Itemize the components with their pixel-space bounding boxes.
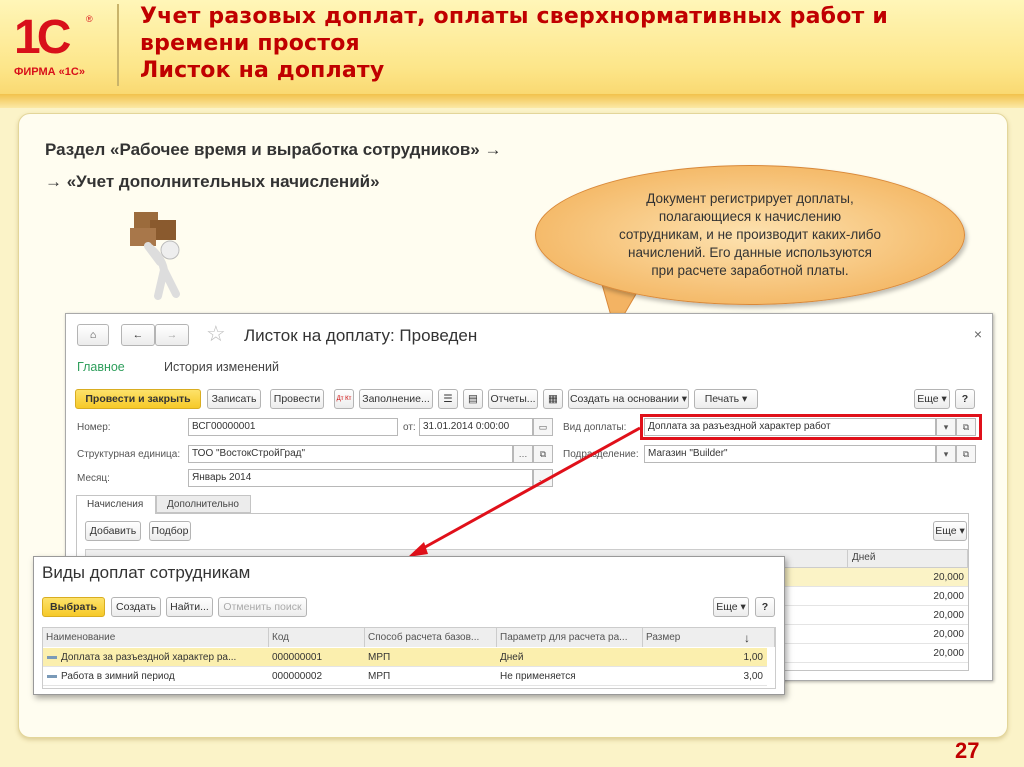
post-button[interactable]: Провести — [270, 389, 324, 409]
tab-main[interactable]: Главное — [77, 360, 125, 374]
slide-title-line: времени простоя — [140, 31, 360, 56]
document-icon[interactable]: ▦ — [543, 389, 563, 409]
dept-label: Подразделение: — [563, 449, 639, 460]
days-cell: 20,000 — [933, 572, 964, 583]
more-button[interactable]: Еще ▾ — [713, 597, 749, 617]
select-button[interactable]: … — [513, 445, 533, 463]
structure-icon[interactable]: ☰ — [438, 389, 458, 409]
dtkt-button[interactable]: Дт Кт — [334, 389, 354, 409]
print-button[interactable]: Печать ▾ — [694, 389, 758, 409]
row-cell: Дней — [500, 652, 524, 663]
select-button[interactable]: … — [533, 469, 553, 487]
logo-1c: 1С — [14, 11, 71, 64]
home-button[interactable]: ⌂ — [77, 324, 109, 346]
close-icon[interactable]: × — [974, 326, 982, 342]
pick-button[interactable]: Подбор — [149, 521, 191, 541]
header-stripe — [0, 94, 1024, 108]
unit-label: Структурная единица: — [77, 449, 181, 460]
find-button[interactable]: Найти... — [166, 597, 213, 617]
help-button[interactable]: ? — [755, 597, 775, 617]
forward-button[interactable]: → — [155, 324, 189, 346]
column-days: Дней — [847, 549, 879, 568]
logo-text: ФИРМА «1С» — [14, 66, 85, 78]
item-icon — [47, 656, 57, 659]
registered-icon: ® — [86, 14, 93, 24]
kind-label: Вид доплаты: — [563, 422, 627, 433]
month-field[interactable]: Январь 2014 — [188, 469, 533, 487]
list-item[interactable]: Работа в зимний период 000000002 МРП Не при… — [43, 667, 767, 686]
item-icon — [47, 675, 57, 678]
open-icon[interactable]: ⧉ — [956, 445, 976, 463]
row-cell: МРП — [368, 652, 391, 663]
fill-button[interactable]: Заполнение... — [359, 389, 433, 409]
dialog-title: Виды доплат сотрудникам — [42, 563, 251, 582]
add-button[interactable]: Добавить — [85, 521, 141, 541]
column-header[interactable]: Способ расчета базов... — [365, 628, 497, 647]
row-cell: 3,00 — [743, 671, 763, 682]
table-icon[interactable]: ▤ — [463, 389, 483, 409]
slide-title-line: Листок на доплату — [140, 58, 385, 83]
more-button[interactable]: Еще ▾ — [914, 389, 950, 409]
window-title: Листок на доплату: Проведен — [244, 326, 478, 345]
star-icon[interactable]: ☆ — [206, 321, 226, 347]
number-label: Номер: — [77, 422, 111, 433]
number-field[interactable]: ВСГ00000001 — [188, 418, 398, 436]
days-cell: 20,000 — [933, 591, 964, 602]
divider — [117, 4, 119, 86]
month-label: Месяц: — [77, 473, 110, 484]
date-field[interactable]: 31.01.2014 0:00:00 — [419, 418, 533, 436]
unit-field[interactable]: ТОО "ВостокСтройГрад" — [188, 445, 513, 463]
sort-icon[interactable]: ↓ — [744, 631, 750, 645]
tab-history[interactable]: История изменений — [164, 360, 279, 374]
tab-additional[interactable]: Дополнительно — [156, 495, 251, 513]
save-button[interactable]: Записать — [207, 389, 261, 409]
calendar-icon[interactable]: ▭ — [533, 418, 553, 436]
tab-accruals[interactable]: Начисления — [76, 495, 156, 514]
reports-button[interactable]: Отчеты... — [488, 389, 538, 409]
column-header[interactable]: Размер — [643, 628, 775, 647]
dept-field[interactable]: Магазин "Builder" — [644, 445, 936, 463]
row-cell: 000000001 — [272, 652, 323, 663]
payment-kinds-dialog: Виды доплат сотрудникам Выбрать Создать … — [33, 556, 785, 695]
back-button[interactable]: ← — [121, 324, 155, 346]
row-cell: МРП — [368, 671, 391, 682]
dropdown-icon[interactable]: ▾ — [936, 445, 956, 463]
select-button[interactable]: Выбрать — [42, 597, 105, 617]
page-number: 27 — [955, 738, 980, 763]
open-icon[interactable]: ⧉ — [533, 445, 553, 463]
row-cell: 000000002 — [272, 671, 323, 682]
column-header[interactable]: Параметр для расчета ра... — [497, 628, 643, 647]
callout-text: Документ регистрирует доплаты, полагающи… — [618, 191, 882, 278]
section-path: → «Учет дополнительных начислений» — [45, 172, 380, 191]
column-header[interactable]: Наименование — [43, 628, 269, 647]
days-cell: 20,000 — [933, 648, 964, 659]
highlight-frame — [640, 414, 982, 440]
list-item[interactable]: Доплата за разъездной характер ра... 0000… — [43, 648, 767, 667]
create-based-button[interactable]: Создать на основании ▾ — [568, 389, 689, 409]
days-cell: 20,000 — [933, 610, 964, 621]
callout-bubble: Документ регистрирует доплаты, полагающи… — [535, 165, 965, 305]
help-button[interactable]: ? — [955, 389, 975, 409]
row-cell: 1,00 — [743, 652, 763, 663]
row-cell: Работа в зимний период — [61, 671, 175, 682]
row-cell: Доплата за разъездной характер ра... — [61, 652, 237, 663]
post-close-button[interactable]: Провести и закрыть — [75, 389, 201, 409]
section-path: Раздел «Рабочее время и выработка сотруд… — [45, 140, 502, 159]
date-label: от: — [403, 422, 416, 433]
column-header[interactable]: Код — [269, 628, 365, 647]
row-cell: Не применяется — [500, 671, 576, 682]
more-button[interactable]: Еще ▾ — [933, 521, 967, 541]
cancel-search-button[interactable]: Отменить поиск — [218, 597, 307, 617]
slide-title-line: Учет разовых доплат, оплаты сверхнормати… — [140, 4, 888, 29]
days-cell: 20,000 — [933, 629, 964, 640]
figure-carrying-boxes-icon — [130, 212, 180, 300]
create-button[interactable]: Создать — [111, 597, 161, 617]
